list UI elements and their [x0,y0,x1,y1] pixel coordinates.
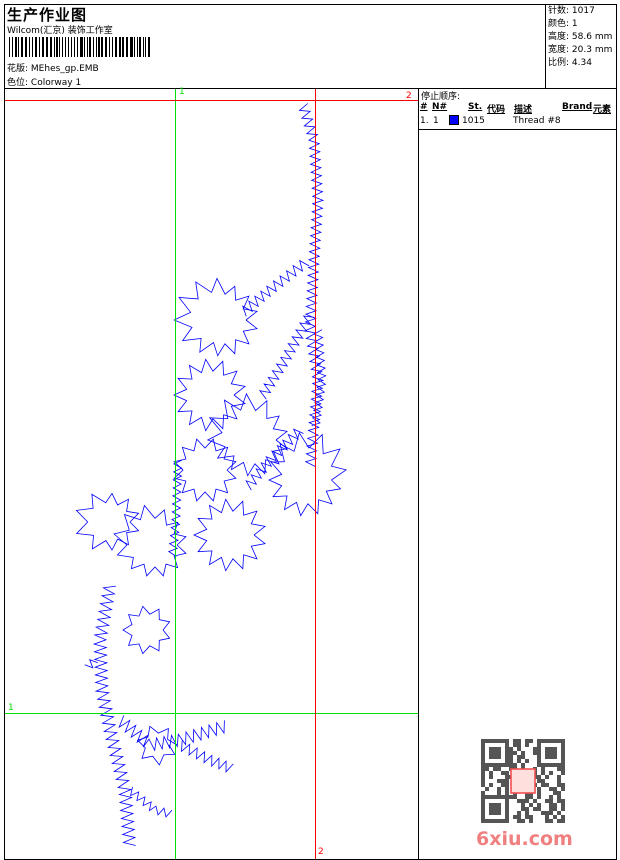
paisley-motif [173,358,246,432]
red-guide-horizontal [5,100,418,101]
satin-stem [298,103,325,467]
satin-stem [92,585,137,846]
guide-label: 2 [318,847,324,857]
paisley-motif [268,431,348,517]
paisley-motif [193,498,266,572]
green-guide-vertical [175,89,176,859]
paisley-motif [206,392,288,477]
paisley-motif [173,438,237,502]
paisley-motif [75,492,140,551]
red-guide-vertical [315,89,316,859]
satin-stem [181,740,234,773]
satin-stem [245,428,304,491]
guide-label: 2 [406,91,412,101]
stamp-icon [510,768,536,794]
satin-stem [258,315,315,400]
guide-label: 1 [8,703,14,713]
satin-stem [242,259,310,317]
satin-stem [118,715,225,752]
guide-label: 1 [179,87,185,97]
paisley-motif [122,605,171,655]
watermark: 6xiu.com [476,828,573,850]
paisley-motif [173,277,258,357]
embroidery-design [75,103,348,846]
qr-code [481,739,565,823]
paisley-motif [136,725,178,766]
satin-stem [130,786,173,818]
green-guide-horizontal [5,713,418,714]
